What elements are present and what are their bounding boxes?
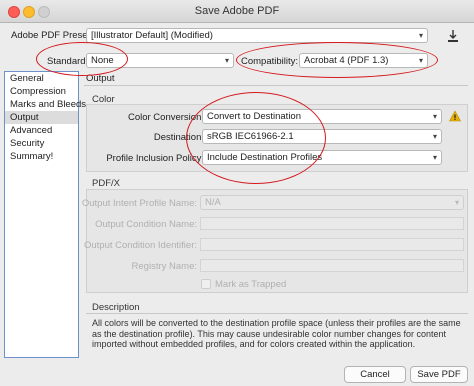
registry-name-field[interactable]	[200, 259, 464, 272]
profile-inclusion-label: Profile Inclusion Policy:	[106, 153, 204, 164]
preset-value: [Illustrator Default] (Modified)	[91, 30, 213, 41]
output-intent-value: N/A	[205, 197, 221, 208]
registry-name-label: Registry Name:	[131, 261, 197, 272]
chevron-down-icon: ▾	[432, 153, 437, 162]
sidebar-item-summary[interactable]: Summary!	[5, 150, 78, 163]
chevron-down-icon: ▾	[432, 132, 437, 141]
annotation-ellipse-compatibility	[236, 42, 438, 78]
mark-as-trapped-label: Mark as Trapped	[215, 279, 287, 290]
title-bar: Save Adobe PDF	[0, 0, 474, 23]
mark-as-trapped-checkbox[interactable]	[201, 279, 211, 289]
annotation-ellipse-color	[186, 92, 326, 184]
sidebar-item-advanced[interactable]: Advanced	[5, 124, 78, 137]
sidebar-item-output[interactable]: Output	[5, 111, 78, 124]
sidebar-item-label: General	[10, 73, 44, 84]
sidebar-item-label: Marks and Bleeds	[10, 99, 87, 110]
save-preset-icon[interactable]	[446, 29, 460, 43]
minimize-window-button[interactable]	[23, 6, 35, 18]
sidebar-item-security[interactable]: Security	[5, 137, 78, 150]
output-intent-label: Output Intent Profile Name:	[81, 198, 197, 209]
output-condition-name-label: Output Condition Name:	[95, 219, 197, 230]
description-text: All colors will be converted to the dest…	[92, 318, 461, 349]
output-intent-select[interactable]: N/A ▾	[200, 195, 464, 210]
sidebar-item-label: Advanced	[10, 125, 53, 136]
zoom-window-button[interactable]	[38, 6, 50, 18]
preset-label: Adobe PDF Preset:	[11, 30, 93, 41]
sidebar-item-label: Security	[10, 138, 45, 149]
description-divider	[86, 313, 468, 314]
output-condition-name-field[interactable]	[200, 217, 464, 230]
annotation-ellipse-standard	[36, 42, 128, 76]
sidebar-item-label: Summary!	[10, 151, 54, 162]
description-title: Description	[92, 302, 140, 313]
cancel-button[interactable]: Cancel	[344, 366, 406, 383]
close-window-button[interactable]	[8, 6, 20, 18]
save-pdf-button[interactable]: Save PDF	[410, 366, 468, 383]
sidebar-item-marks-and-bleeds[interactable]: Marks and Bleeds	[5, 98, 86, 111]
pdfx-group-title: PDF/X	[92, 178, 120, 189]
chevron-down-icon: ▾	[418, 31, 423, 40]
sidebar-item-label: Output	[10, 112, 39, 123]
sidebar-item-label: Compression	[10, 86, 66, 97]
output-condition-identifier-label: Output Condition Identifier:	[83, 240, 197, 251]
chevron-down-icon: ▾	[224, 56, 229, 65]
section-divider	[84, 85, 468, 86]
preset-select[interactable]: [Illustrator Default] (Modified) ▾	[86, 28, 428, 43]
window-title: Save Adobe PDF	[194, 5, 280, 17]
output-condition-identifier-field[interactable]	[200, 238, 464, 251]
chevron-down-icon: ▾	[454, 198, 459, 207]
sidebar: General Compression Marks and Bleeds Out…	[4, 71, 86, 358]
warning-icon	[448, 110, 462, 122]
chevron-down-icon: ▾	[432, 112, 437, 121]
sidebar-item-compression[interactable]: Compression	[5, 85, 78, 98]
